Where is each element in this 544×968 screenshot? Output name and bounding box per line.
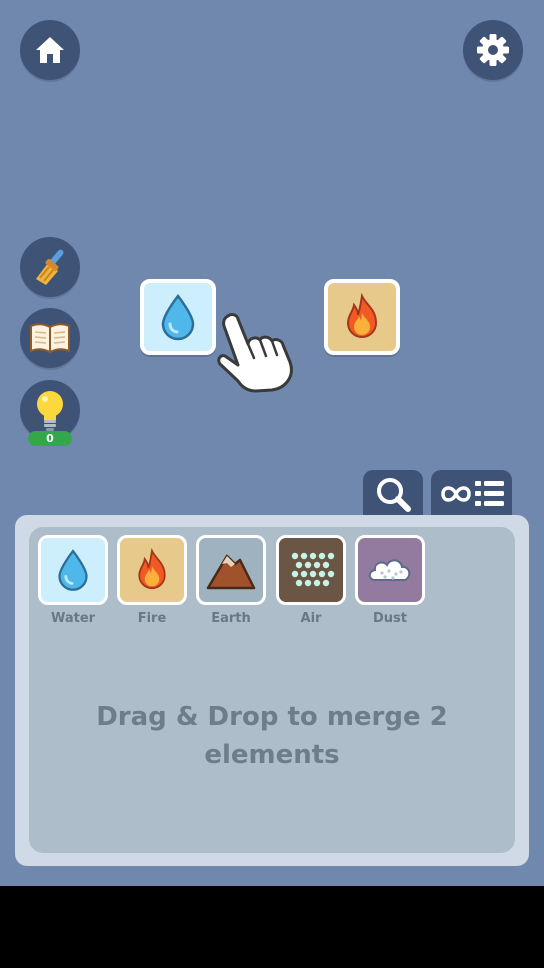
dust-cloud-icon bbox=[368, 559, 411, 581]
clean-board-button[interactable] bbox=[20, 237, 80, 297]
search-icon bbox=[377, 478, 411, 512]
home-button[interactable] bbox=[20, 20, 80, 80]
settings-button[interactable] bbox=[463, 20, 523, 80]
inventory-item-air[interactable] bbox=[276, 535, 346, 605]
book-icon bbox=[30, 323, 70, 354]
drag-drop-hint: Drag & Drop to merge 2 elements bbox=[96, 702, 448, 770]
air-dots-icon bbox=[291, 552, 335, 587]
lightbulb-icon bbox=[37, 391, 63, 431]
home-icon bbox=[36, 37, 64, 63]
water-drop-icon bbox=[161, 293, 195, 341]
board-tile-fire[interactable] bbox=[324, 279, 400, 355]
inventory-label-earth: Earth bbox=[211, 611, 251, 626]
fire-icon bbox=[138, 548, 166, 590]
inventory-label-dust: Dust bbox=[373, 611, 407, 626]
hand-pointer-icon bbox=[217, 313, 293, 393]
element-list-tab[interactable] bbox=[431, 470, 512, 518]
search-tab[interactable] bbox=[363, 470, 423, 518]
inventory-label-air: Air bbox=[300, 611, 322, 626]
fire-icon bbox=[346, 293, 378, 338]
inventory-item-earth[interactable] bbox=[196, 535, 266, 605]
infinity-list-icon bbox=[440, 481, 504, 506]
mountain-icon bbox=[206, 554, 256, 590]
system-bottom-bar bbox=[0, 886, 544, 968]
inventory-label-fire: Fire bbox=[137, 611, 167, 626]
gear-icon bbox=[477, 34, 509, 66]
board-tile-water[interactable] bbox=[140, 279, 216, 355]
inventory-item-water[interactable] bbox=[38, 535, 108, 605]
inventory-label-water: Water bbox=[50, 611, 96, 626]
inventory-item-dust[interactable] bbox=[355, 535, 425, 605]
water-drop-icon bbox=[58, 549, 88, 591]
recipe-book-button[interactable] bbox=[20, 308, 80, 368]
hint-count-badge: 0 bbox=[28, 431, 72, 446]
inventory-item-fire[interactable] bbox=[117, 535, 187, 605]
broom-icon bbox=[36, 249, 64, 285]
